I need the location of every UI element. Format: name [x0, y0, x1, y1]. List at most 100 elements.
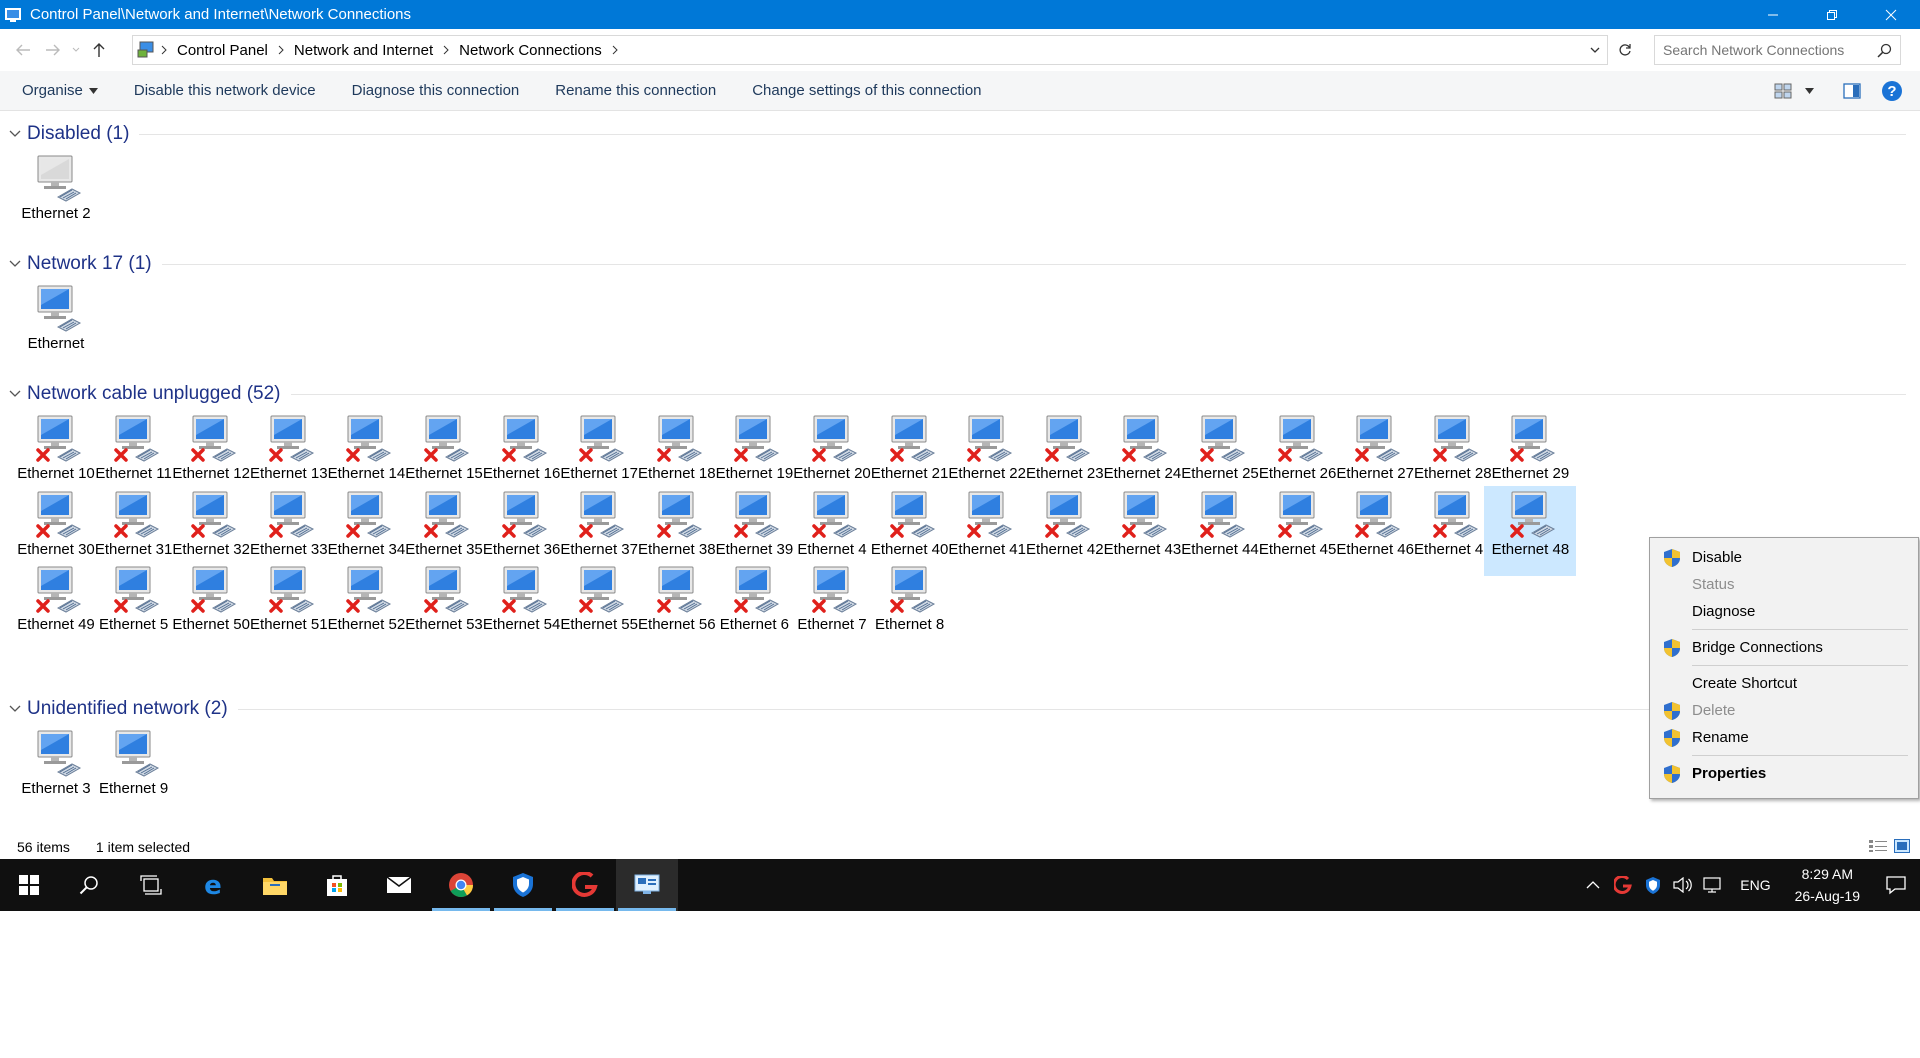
- network-adapter-unplugged-icon: [32, 564, 82, 614]
- menu-item-create-shortcut[interactable]: Create Shortcut: [1650, 670, 1918, 697]
- help-icon: ?: [1882, 81, 1902, 101]
- task-view-button[interactable]: [120, 859, 182, 911]
- minimize-icon: [1767, 14, 1778, 15]
- breadcrumb-control-panel[interactable]: Control Panel: [177, 42, 268, 59]
- group-header-unidentified[interactable]: Unidentified network (2): [8, 697, 1912, 721]
- start-button[interactable]: [0, 859, 58, 911]
- clock-time: 8:29 AM: [1801, 866, 1853, 882]
- taskbar-search-button[interactable]: [58, 859, 120, 911]
- preview-pane-button[interactable]: [1832, 71, 1872, 111]
- group-header-network-17[interactable]: Network 17 (1): [8, 252, 1912, 276]
- speaker-icon: [1673, 877, 1693, 893]
- change-view-button[interactable]: [1768, 71, 1798, 111]
- connection-item[interactable]: Ethernet: [10, 280, 102, 370]
- help-button[interactable]: ?: [1872, 71, 1912, 111]
- network-tray-button[interactable]: [1698, 859, 1728, 911]
- network-adapter-unplugged-icon: [886, 413, 936, 463]
- menu-item-bridge-connections[interactable]: Bridge Connections: [1650, 634, 1918, 661]
- network-adapter-unplugged-icon: [575, 413, 625, 463]
- connections-view: Disabled (1) Ethernet 2 Network 17 (1) E…: [0, 112, 1920, 835]
- close-button[interactable]: [1861, 0, 1920, 29]
- network-adapter-unplugged-icon: [963, 413, 1013, 463]
- group-header-cable-unplugged[interactable]: Network cable unplugged (52): [8, 382, 1912, 406]
- diagnose-connection-button[interactable]: Diagnose this connection: [334, 71, 538, 111]
- search-box[interactable]: [1654, 35, 1901, 65]
- edge-button[interactable]: e: [182, 859, 244, 911]
- network-adapter-unplugged-icon: [575, 489, 625, 539]
- context-menu: Disable Status Diagnose Bridge Connectio…: [1649, 537, 1919, 799]
- network-adapter-unplugged-icon: [1429, 413, 1479, 463]
- address-dropdown-button[interactable]: [1589, 42, 1601, 62]
- rename-connection-button[interactable]: Rename this connection: [537, 71, 734, 111]
- disable-device-button[interactable]: Disable this network device: [116, 71, 334, 111]
- breadcrumb-separator-icon[interactable]: [612, 45, 618, 55]
- breadcrumb-network-connections[interactable]: Network Connections: [459, 42, 602, 59]
- connection-item[interactable]: Ethernet 9: [88, 725, 180, 815]
- action-center-button[interactable]: [1872, 859, 1920, 911]
- network-adapter-unplugged-icon: [32, 489, 82, 539]
- back-arrow-icon: [16, 44, 30, 56]
- edge-icon: e: [204, 872, 222, 898]
- group-title: Network 17 (1): [27, 253, 152, 274]
- refresh-button[interactable]: [1611, 35, 1639, 65]
- organise-label: Organise: [22, 82, 83, 99]
- menu-item-rename[interactable]: Rename: [1650, 724, 1918, 751]
- minimize-button[interactable]: [1743, 0, 1802, 29]
- input-language[interactable]: ENG: [1728, 877, 1782, 893]
- menu-item-status[interactable]: Status: [1650, 571, 1918, 598]
- connection-item[interactable]: Ethernet 8: [864, 561, 956, 651]
- menu-item-properties[interactable]: Properties: [1650, 760, 1918, 787]
- organise-menu[interactable]: Organise: [0, 71, 116, 111]
- large-icons-view-icon[interactable]: [1894, 839, 1910, 853]
- network-adapter-unplugged-icon: [1274, 413, 1324, 463]
- menu-item-delete[interactable]: Delete: [1650, 697, 1918, 724]
- restore-button[interactable]: [1802, 0, 1861, 29]
- details-view-icon[interactable]: [1868, 839, 1888, 853]
- show-hidden-icons-button[interactable]: [1578, 859, 1608, 911]
- shield-icon: [1664, 702, 1680, 720]
- up-button[interactable]: [84, 35, 114, 65]
- menu-item-disable[interactable]: Disable: [1650, 544, 1918, 571]
- security-app-button[interactable]: [492, 859, 554, 911]
- file-explorer-button[interactable]: [244, 859, 306, 911]
- chevron-down-icon: [9, 130, 21, 137]
- tray-app-red-icon[interactable]: [1608, 859, 1638, 911]
- shield-icon: [1664, 729, 1680, 747]
- network-adapter-unplugged-icon: [498, 413, 548, 463]
- menu-separator: [1692, 755, 1908, 756]
- search-input[interactable]: [1663, 42, 1873, 58]
- menu-item-diagnose[interactable]: Diagnose: [1650, 598, 1918, 625]
- volume-button[interactable]: [1668, 859, 1698, 911]
- group-divider: [290, 393, 1906, 395]
- breadcrumb-network-and-internet[interactable]: Network and Internet: [294, 42, 433, 59]
- notification-icon: [1886, 876, 1906, 895]
- connection-item[interactable]: Ethernet 2: [10, 150, 102, 240]
- forward-button[interactable]: [38, 35, 68, 65]
- mail-button[interactable]: [368, 859, 430, 911]
- up-arrow-icon: [93, 43, 105, 57]
- group-header-disabled[interactable]: Disabled (1): [8, 122, 1912, 146]
- empty-area: [0, 911, 1920, 1058]
- connection-item[interactable]: Ethernet 48: [1484, 485, 1577, 576]
- clock[interactable]: 8:29 AM 26-Aug-19: [1783, 863, 1872, 907]
- title-bar: Control Panel\Network and Internet\Netwo…: [0, 0, 1920, 29]
- chevron-down-icon: [9, 260, 21, 267]
- change-settings-button[interactable]: Change settings of this connection: [734, 71, 999, 111]
- view-options-dropdown[interactable]: [1798, 71, 1820, 111]
- red-app-button[interactable]: [554, 859, 616, 911]
- network-connections-taskbar-button[interactable]: [616, 859, 678, 911]
- group-title: Network cable unplugged (52): [27, 383, 281, 404]
- store-button[interactable]: [306, 859, 368, 911]
- shield-icon: [1664, 765, 1680, 783]
- network-adapter-unplugged-icon: [1196, 489, 1246, 539]
- chrome-button[interactable]: [430, 859, 492, 911]
- recent-locations-button[interactable]: [68, 35, 84, 65]
- store-bag-icon: [327, 875, 347, 896]
- address-bar[interactable]: Control Panel Network and Internet Netwo…: [132, 35, 1608, 65]
- chevron-down-icon: [9, 390, 21, 397]
- network-adapter-unplugged-icon: [730, 489, 780, 539]
- back-button[interactable]: [8, 35, 38, 65]
- tray-security-icon[interactable]: [1638, 859, 1668, 911]
- shield-check-icon: [1646, 877, 1661, 894]
- network-adapter-unplugged-icon: [342, 413, 392, 463]
